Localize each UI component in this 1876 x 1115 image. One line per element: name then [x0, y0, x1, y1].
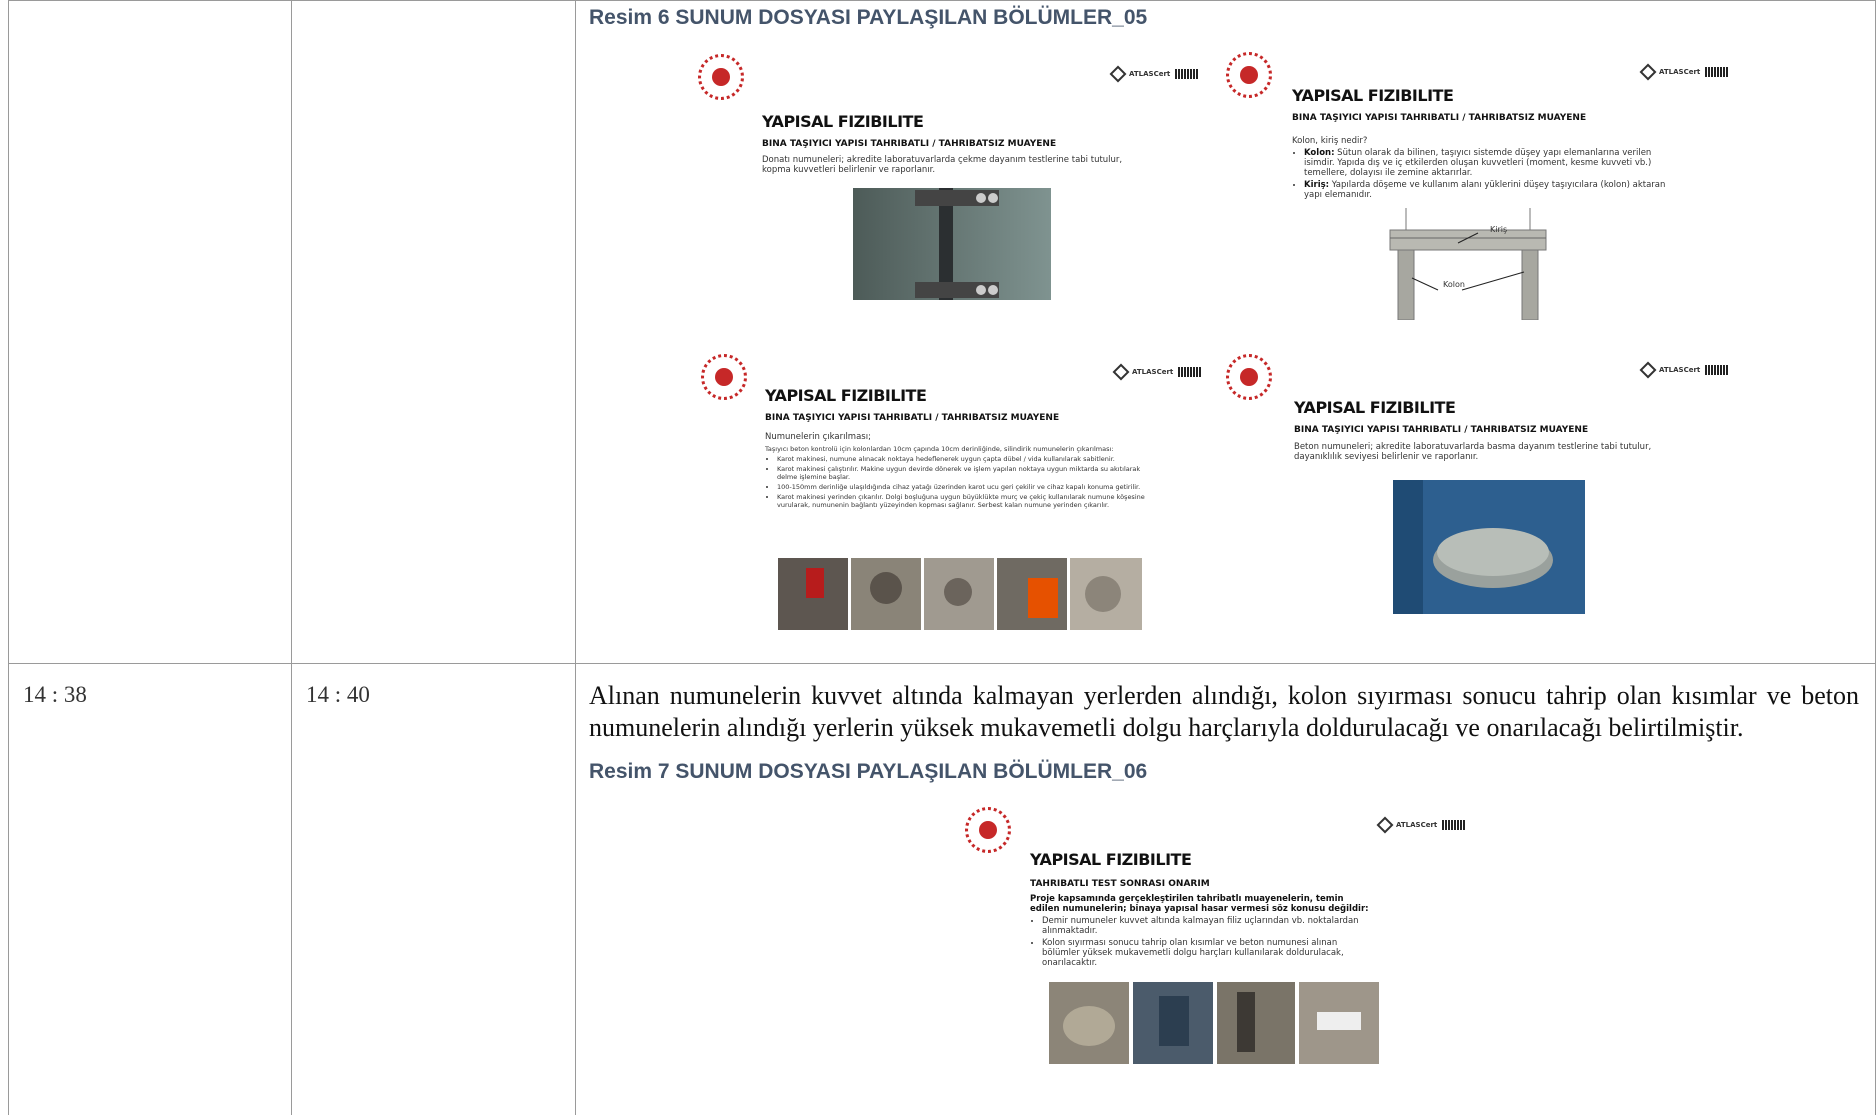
beam-label: Kiriş — [1490, 225, 1508, 234]
slide-title: YAPISAL FIZIBILITE — [1030, 850, 1192, 869]
slide-text: Numunelerin çıkarılması; Taşıyıcı beton … — [765, 433, 1145, 511]
slide-column-beam: ATLASCert YAPISAL FIZIBILITE BINA TAŞIYI… — [1222, 48, 1742, 328]
slide-text: Beton numuneleri; akredite laboratuvarla… — [1294, 442, 1652, 462]
barcode-icon — [1705, 67, 1730, 77]
slide-subtitle: BINA TAŞIYICI YAPISI TAHRIBATLI / TAHRIB… — [1292, 113, 1587, 123]
barcode-icon — [1442, 820, 1467, 830]
table-border-left — [8, 0, 9, 1115]
barcode-icon — [1705, 365, 1730, 375]
figure-caption: Resim 6 SUNUM DOSYASI PAYLAŞILAN BÖLÜMLE… — [589, 6, 1148, 29]
column-beam-diagram — [1389, 208, 1547, 320]
slide-subtitle: BINA TAŞIYICI YAPISI TAHRIBATLI / TAHRIB… — [1294, 425, 1589, 435]
barcode-icon — [1178, 367, 1203, 377]
slide-subtitle: BINA TAŞIYICI YAPISI TAHRIBATLI / TAHRIB… — [762, 139, 1057, 149]
slide-rebar-test: ATLASCert YAPISAL FIZIBILITE BINA TAŞIYI… — [692, 48, 1212, 308]
diamond-icon — [1639, 63, 1657, 81]
ministry-seal-logo — [965, 807, 1011, 853]
slide-core-sampling: ATLASCert YAPISAL FIZIBILITE BINA TAŞIYI… — [695, 350, 1215, 632]
atlascert-logo: ATLASCert — [1112, 363, 1203, 381]
ministry-seal-logo — [698, 54, 744, 100]
column-divider-2 — [575, 0, 576, 1115]
slide-title: YAPISAL FIZIBILITE — [1292, 86, 1454, 105]
ministry-seal-logo — [701, 354, 747, 400]
diamond-icon — [1376, 816, 1394, 834]
slide-concrete-test: ATLASCert YAPISAL FIZIBILITE BINA TAŞIYI… — [1222, 350, 1742, 620]
minutes-paragraph: Alınan numunelerin kuvvet altında kalmay… — [589, 681, 1859, 742]
row-divider — [8, 663, 1876, 664]
column-label: Kolon — [1443, 280, 1465, 289]
atlascert-logo: ATLASCert — [1109, 65, 1200, 83]
tensile-test-photo — [853, 188, 1051, 300]
diamond-icon — [1109, 65, 1127, 83]
slide-text: Donatı numuneleri; akredite laboratuvarl… — [762, 155, 1123, 175]
atlascert-logo: ATLASCert — [1376, 816, 1467, 834]
diamond-icon — [1639, 361, 1657, 379]
atlascert-logo: ATLASCert — [1639, 63, 1730, 81]
diamond-icon — [1112, 363, 1130, 381]
table-border-top — [8, 0, 1876, 1]
slide-post-test-repair: ATLASCert YAPISAL FIZIBILITE TAHRIBATLI … — [963, 805, 1483, 1067]
ministry-seal-logo — [1226, 354, 1272, 400]
slide-title: YAPISAL FIZIBILITE — [762, 112, 924, 131]
concrete-compression-photo — [1393, 480, 1585, 614]
slide-title: YAPISAL FIZIBILITE — [1294, 398, 1456, 417]
column-divider-1 — [291, 0, 292, 1115]
slide-text: Kolon, kiriş nedir? Kolon: Sütun olarak … — [1292, 136, 1672, 202]
slide-title: YAPISAL FIZIBILITE — [765, 386, 927, 405]
slide-subtitle: TAHRIBATLI TEST SONRASI ONARIM — [1030, 879, 1210, 889]
ministry-seal-logo — [1226, 52, 1272, 98]
slide-subtitle: BINA TAŞIYICI YAPISI TAHRIBATLI / TAHRIB… — [765, 413, 1060, 423]
slide-text: Proje kapsamında gerçekleştirilen tahrib… — [1030, 894, 1370, 970]
figure-caption-2: Resim 7 SUNUM DOSYASI PAYLAŞILAN BÖLÜMLE… — [589, 760, 1148, 783]
core-drilling-photos — [778, 558, 1142, 630]
repair-photos — [1049, 982, 1379, 1064]
barcode-icon — [1175, 69, 1200, 79]
end-time: 14 : 40 — [306, 682, 370, 707]
atlascert-logo: ATLASCert — [1639, 361, 1730, 379]
start-time: 14 : 38 — [23, 682, 87, 707]
